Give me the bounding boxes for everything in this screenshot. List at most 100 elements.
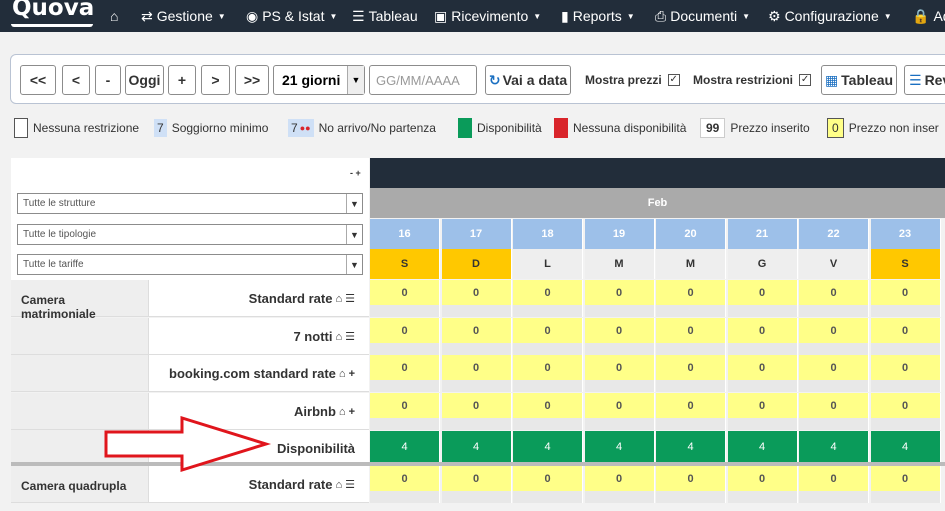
price-cell[interactable]: 0 bbox=[513, 318, 583, 355]
structures-select[interactable]: Tutte le strutture ▼ bbox=[17, 193, 363, 214]
tableau-button[interactable]: ▦ Tableau bbox=[821, 65, 897, 95]
price-cell[interactable]: 0 bbox=[799, 466, 869, 503]
price-cell[interactable]: 0 bbox=[727, 318, 798, 355]
home-icon[interactable]: ⌂ bbox=[339, 406, 346, 418]
plus-icon[interactable]: + bbox=[349, 368, 355, 380]
rate-name[interactable]: booking.com standard rate ⌂ + bbox=[169, 366, 355, 381]
availability-cell[interactable]: 4 bbox=[441, 431, 512, 463]
restriction-strip bbox=[870, 418, 940, 430]
price-cell[interactable]: 0 bbox=[656, 466, 726, 503]
price-cell[interactable]: 0 bbox=[370, 466, 440, 503]
price-cell[interactable]: 0 bbox=[584, 280, 655, 317]
last-button[interactable]: >> bbox=[235, 65, 269, 95]
plus-icon[interactable]: + bbox=[349, 406, 355, 418]
restriction-strip bbox=[870, 491, 940, 503]
price-cell[interactable]: 0 bbox=[441, 280, 512, 317]
rate-name[interactable]: Disponibilità bbox=[277, 441, 355, 456]
nav-configurazione[interactable]: ⚙ Configurazione ▼ bbox=[768, 0, 892, 32]
price-cell[interactable]: 0 bbox=[584, 355, 655, 392]
minus-button[interactable]: - bbox=[95, 65, 121, 95]
show-restrictions-checkbox[interactable]: ✓ bbox=[799, 74, 812, 86]
show-prices-toggle[interactable]: Mostra prezzi ✓ bbox=[585, 73, 680, 87]
first-button[interactable]: << bbox=[20, 65, 56, 95]
home-icon[interactable]: ⌂ bbox=[335, 479, 342, 491]
nav-ricevimento[interactable]: ▣ Ricevimento ▼ bbox=[434, 0, 541, 32]
day-name: S bbox=[870, 249, 941, 279]
goto-date-button[interactable]: ↻ Vai a data bbox=[485, 65, 571, 95]
rev-button[interactable]: ☰Rev bbox=[904, 65, 945, 95]
nav-admin[interactable]: 🔒Ad bbox=[912, 0, 945, 32]
rate-name[interactable]: Airbnb ⌂ + bbox=[294, 404, 355, 419]
next-button[interactable]: > bbox=[201, 65, 230, 95]
nav-documenti[interactable]: ⎙ Documenti ▼ bbox=[655, 0, 750, 32]
availability-cell[interactable]: 4 bbox=[799, 431, 869, 463]
home-icon[interactable]: ⌂ bbox=[335, 293, 342, 305]
price-cell[interactable]: 0 bbox=[513, 280, 583, 317]
price-cell[interactable]: 0 bbox=[584, 393, 655, 430]
period-select[interactable]: 21 giorni ▼ bbox=[273, 65, 365, 95]
price-cell[interactable]: 0 bbox=[513, 393, 583, 430]
price-cell[interactable]: 0 bbox=[727, 355, 798, 392]
price-cell[interactable]: 0 bbox=[870, 280, 941, 317]
price-cell[interactable]: 0 bbox=[441, 393, 512, 430]
show-prices-checkbox[interactable]: ✓ bbox=[667, 74, 680, 86]
today-button[interactable]: Oggi bbox=[125, 65, 164, 95]
prev-button[interactable]: < bbox=[62, 65, 90, 95]
price-cell[interactable]: 0 bbox=[370, 280, 440, 317]
price-cell[interactable]: 0 bbox=[584, 466, 655, 503]
list-icon[interactable]: ☰ bbox=[345, 292, 355, 305]
availability-cell[interactable]: 4 bbox=[370, 431, 440, 463]
collapse-expand-toggle[interactable]: - + bbox=[350, 168, 361, 178]
price-cell[interactable]: 0 bbox=[513, 355, 583, 392]
availability-cell[interactable]: 4 bbox=[870, 431, 941, 463]
nav-ps-istat[interactable]: ◉ PS & Istat ▼ bbox=[246, 0, 337, 32]
plus-button[interactable]: + bbox=[168, 65, 196, 95]
nav-gestione[interactable]: ⇄ Gestione ▼ bbox=[141, 0, 226, 32]
availability-cell[interactable]: 4 bbox=[727, 431, 798, 463]
availability-cell[interactable]: 4 bbox=[656, 431, 726, 463]
price-cell[interactable]: 0 bbox=[799, 355, 869, 392]
price-cell[interactable]: 0 bbox=[727, 466, 798, 503]
list-icon: ☰ bbox=[909, 71, 922, 88]
availability-cell[interactable]: 4 bbox=[513, 431, 583, 463]
price-cell[interactable]: 0 bbox=[441, 318, 512, 355]
rate-name[interactable]: 7 notti ⌂ ☰ bbox=[293, 329, 355, 344]
show-restrictions-toggle[interactable]: Mostra restrizioni ✓ bbox=[693, 73, 812, 87]
availability-cell[interactable]: 4 bbox=[584, 431, 655, 463]
price-cell[interactable]: 0 bbox=[370, 318, 440, 355]
day-name: G bbox=[727, 249, 798, 279]
nav-tableau[interactable]: ☰ Tableau bbox=[352, 0, 418, 32]
rate-name[interactable]: Standard rate ⌂ ☰ bbox=[249, 291, 355, 306]
price-cell[interactable]: 0 bbox=[870, 393, 941, 430]
date-input[interactable]: GG/MM/AAAA bbox=[369, 65, 477, 95]
list-icon[interactable]: ☰ bbox=[345, 330, 355, 343]
price-cell[interactable]: 0 bbox=[870, 355, 941, 392]
price-cell[interactable]: 0 bbox=[799, 393, 869, 430]
price-cell[interactable]: 0 bbox=[727, 280, 798, 317]
price-cell[interactable]: 0 bbox=[727, 393, 798, 430]
price-cell[interactable]: 0 bbox=[441, 355, 512, 392]
nav-reports[interactable]: ▮ Reports ▼ bbox=[561, 0, 635, 32]
types-select[interactable]: Tutte le tipologie ▼ bbox=[17, 224, 363, 245]
logo[interactable]: Quovai bbox=[11, 0, 93, 27]
list-icon[interactable]: ☰ bbox=[345, 478, 355, 491]
price-cell[interactable]: 0 bbox=[870, 318, 941, 355]
day-number: 17 bbox=[441, 219, 512, 249]
nav-home[interactable]: ⌂ bbox=[110, 0, 118, 32]
price-cell[interactable]: 0 bbox=[370, 393, 440, 430]
price-cell[interactable]: 0 bbox=[513, 466, 583, 503]
price-cell[interactable]: 0 bbox=[656, 393, 726, 430]
price-cell[interactable]: 0 bbox=[799, 318, 869, 355]
price-cell[interactable]: 0 bbox=[656, 318, 726, 355]
home-icon[interactable]: ⌂ bbox=[339, 368, 346, 380]
price-cell[interactable]: 0 bbox=[656, 280, 726, 317]
rates-select[interactable]: Tutte le tariffe ▼ bbox=[17, 254, 363, 275]
price-cell[interactable]: 0 bbox=[656, 355, 726, 392]
price-cell[interactable]: 0 bbox=[799, 280, 869, 317]
price-cell[interactable]: 0 bbox=[870, 466, 941, 503]
price-cell[interactable]: 0 bbox=[441, 466, 512, 503]
rate-name[interactable]: Standard rate ⌂ ☰ bbox=[249, 477, 355, 492]
price-cell[interactable]: 0 bbox=[370, 355, 440, 392]
home-icon[interactable]: ⌂ bbox=[335, 331, 342, 343]
price-cell[interactable]: 0 bbox=[584, 318, 655, 355]
